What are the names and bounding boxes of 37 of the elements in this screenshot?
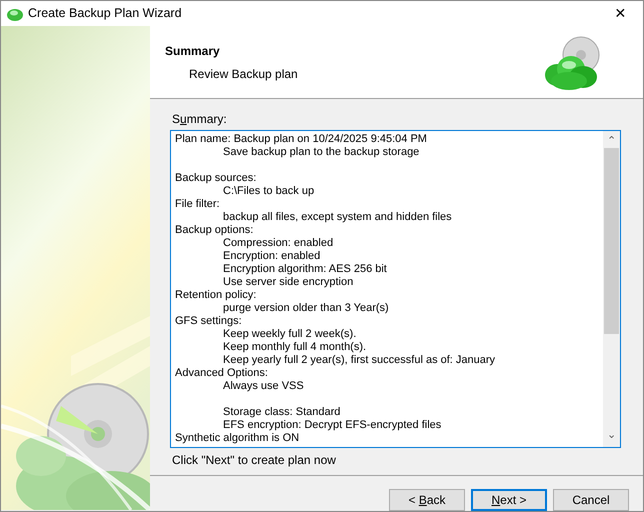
summary-heading: Backup sources:	[175, 172, 256, 185]
summary-detail: EFS encryption: Decrypt EFS-encrypted files	[223, 419, 442, 432]
summary-heading: Advanced Options:	[175, 367, 268, 380]
window-title: Create Backup Plan Wizard	[28, 5, 182, 22]
cloud-disc-logo-icon	[543, 35, 601, 91]
summary-detail: C:\Files to back up	[223, 185, 314, 198]
scroll-up-button[interactable]: ⌃	[607, 131, 616, 148]
summary-detail: Save backup plan to the backup storage	[223, 146, 420, 159]
scroll-down-button[interactable]: ⌄	[607, 430, 616, 447]
page-title: Summary	[165, 43, 221, 60]
summary-heading: Plan name: Backup plan on 10/24/2025 9:45:04 PM	[175, 133, 427, 146]
summary-label: Summary:	[172, 111, 228, 128]
summary-detail: Keep monthly full 4 month(s).	[223, 341, 366, 354]
wizard-button[interactable]: Next >	[471, 489, 547, 511]
summary-heading: Synthetic algorithm is ON	[175, 432, 300, 445]
summary-detail: Compression: enabled	[223, 237, 334, 250]
summary-detail: backup all files, except system and hidden files	[223, 211, 452, 224]
summary-detail: Keep weekly full 2 week(s).	[223, 328, 356, 341]
summary-text-area[interactable]	[170, 130, 621, 448]
summary-detail: Always use VSS	[223, 380, 304, 393]
scrollbar-thumb[interactable]	[604, 148, 619, 334]
close-button[interactable]: ✕	[598, 1, 643, 26]
scrollbar[interactable]: ⌃ ⌄	[603, 131, 620, 447]
summary-heading: Retention policy:	[175, 289, 256, 302]
summary-detail: Encryption: enabled	[223, 250, 320, 263]
summary-detail: Keep yearly full 2 year(s), first successful as of: January	[223, 354, 496, 367]
summary-detail: purge version older than 3 Year(s)	[223, 302, 389, 315]
page-subtitle: Review Backup plan	[189, 66, 298, 83]
hint-text: Click "Next" to create plan now	[172, 452, 337, 469]
summary-heading: Backup options:	[175, 224, 254, 237]
summary-heading: File filter:	[175, 198, 220, 211]
summary-detail: Use server side encryption	[223, 276, 354, 289]
summary-detail: Encryption algorithm: AES 256 bit	[223, 263, 387, 276]
wizard-button[interactable]: Cancel	[553, 489, 629, 511]
summary-detail: Storage class: Standard	[223, 406, 340, 419]
summary-heading: GFS settings:	[175, 315, 242, 328]
wizard-button[interactable]: < Back	[389, 489, 465, 511]
